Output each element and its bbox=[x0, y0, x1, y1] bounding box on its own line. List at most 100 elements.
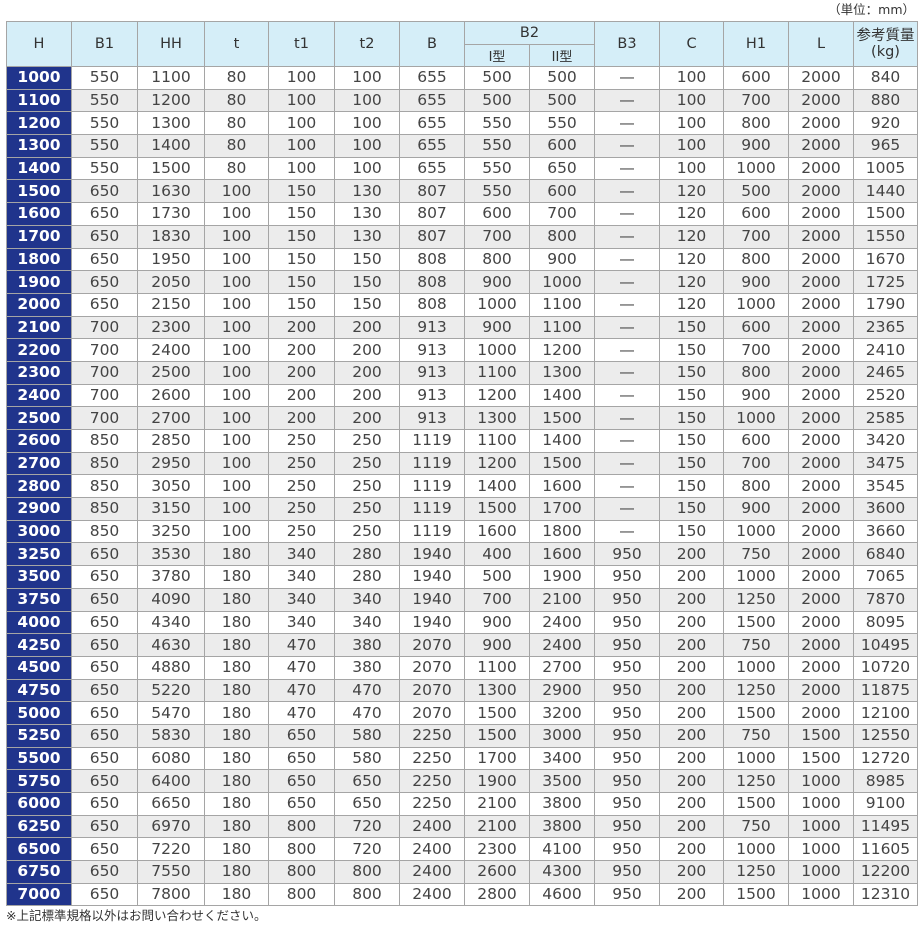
cell-b2-type2: 3000 bbox=[529, 723, 595, 748]
table-row: 3000 850 3250 100 250 250 1119 1600 1800—150 1000… bbox=[6, 519, 918, 544]
cell-h1: 750 bbox=[723, 814, 789, 839]
cell-b1: 850 bbox=[71, 497, 138, 521]
table-row: 4500 650 4880 180 470 380 2070 1100 2700 950 200 10… bbox=[6, 655, 918, 680]
cell-hh: 4340 bbox=[137, 610, 205, 635]
cell-b2-type1: 800 bbox=[464, 247, 530, 272]
cell-hh: 7220 bbox=[137, 837, 205, 862]
spec-table: H B1 HH t t1 t2 B B2 B3 C H1 L 参考質量 (kg)… bbox=[6, 21, 918, 907]
cell-hh: 2300 bbox=[137, 315, 205, 340]
table-row: 2400 700 2600 100 200 200 913 1200 1400—150 900 20… bbox=[6, 383, 918, 408]
cell-t: 100 bbox=[204, 202, 269, 226]
cell-c: 200 bbox=[659, 565, 724, 589]
table-row: 2300 700 2500 100 200 200 913 1100 1300—150 800 20… bbox=[6, 360, 918, 385]
cell-b1: 650 bbox=[71, 701, 138, 725]
cell-b3: 950 bbox=[594, 701, 660, 725]
cell-b1: 550 bbox=[71, 66, 138, 90]
cell-b3: — bbox=[594, 247, 660, 272]
cell-c: 150 bbox=[659, 360, 724, 385]
cell-b2-type1: 1100 bbox=[464, 655, 530, 680]
cell-b2-type2: 1400 bbox=[529, 429, 595, 453]
cell-b2-type1: 600 bbox=[464, 202, 530, 226]
cell-c: 150 bbox=[659, 315, 724, 340]
table-row: 2900 850 3150 100 250 250 1119 1500 1700—150 900 2… bbox=[6, 497, 918, 521]
cell-c: 200 bbox=[659, 814, 724, 839]
cell-h: 2500 bbox=[6, 406, 72, 430]
cell-weight: 965 bbox=[853, 134, 918, 158]
cell-b: 655 bbox=[399, 66, 465, 90]
table-header: H B1 HH t t1 t2 B B2 B3 C H1 L 参考質量 (kg)… bbox=[6, 21, 918, 67]
table-row: 2200 700 2400 100 200 200 913 1000 1200—150 700 20… bbox=[6, 338, 918, 362]
cell-weight: 8985 bbox=[853, 769, 918, 793]
cell-h: 4500 bbox=[6, 655, 72, 680]
cell-weight: 2465 bbox=[853, 360, 918, 385]
cell-t2: 150 bbox=[334, 292, 400, 317]
cell-c: 100 bbox=[659, 88, 724, 113]
cell-hh: 1730 bbox=[137, 202, 205, 226]
cell-hh: 7550 bbox=[137, 860, 205, 884]
cell-b1: 650 bbox=[71, 792, 138, 816]
cell-b3: — bbox=[594, 179, 660, 204]
cell-l: 2000 bbox=[788, 655, 854, 680]
cell-h1: 1250 bbox=[723, 769, 789, 793]
cell-b: 1940 bbox=[399, 542, 465, 567]
cell-b3: 950 bbox=[594, 678, 660, 703]
cell-b1: 850 bbox=[71, 519, 138, 544]
cell-h1: 1250 bbox=[723, 860, 789, 884]
cell-b3: 950 bbox=[594, 882, 660, 907]
cell-hh: 3780 bbox=[137, 565, 205, 589]
cell-t2: 720 bbox=[334, 837, 400, 862]
table-row: 1500 650 1630 100 150 130 807 550 600—120 500 2000… bbox=[6, 179, 918, 204]
cell-b3: 950 bbox=[594, 723, 660, 748]
cell-h1: 1000 bbox=[723, 406, 789, 430]
cell-l: 2000 bbox=[788, 111, 854, 136]
cell-c: 200 bbox=[659, 882, 724, 907]
cell-b1: 650 bbox=[71, 542, 138, 567]
cell-weight: 1790 bbox=[853, 292, 918, 317]
cell-h: 3750 bbox=[6, 587, 72, 612]
cell-b2-type2: 500 bbox=[529, 66, 595, 90]
table-row: 6500 650 7220 180 800 720 2400 2300 4100 950 200 10… bbox=[6, 837, 918, 862]
cell-c: 120 bbox=[659, 224, 724, 249]
cell-b: 808 bbox=[399, 247, 465, 272]
cell-h1: 900 bbox=[723, 134, 789, 158]
cell-t2: 380 bbox=[334, 655, 400, 680]
cell-b3: — bbox=[594, 315, 660, 340]
cell-h: 1300 bbox=[6, 134, 72, 158]
cell-b2-type1: 550 bbox=[464, 111, 530, 136]
cell-h1: 750 bbox=[723, 542, 789, 567]
cell-h: 5750 bbox=[6, 769, 72, 793]
cell-b2-type2: 1800 bbox=[529, 519, 595, 544]
cell-hh: 2850 bbox=[137, 429, 205, 453]
cell-t2: 100 bbox=[334, 134, 400, 158]
cell-h1: 900 bbox=[723, 497, 789, 521]
cell-c: 200 bbox=[659, 610, 724, 635]
table-row: 5250 650 5830 180 650 580 2250 1500 3000 950 200 75… bbox=[6, 723, 918, 748]
cell-b: 2250 bbox=[399, 792, 465, 816]
cell-t: 100 bbox=[204, 179, 269, 204]
cell-weight: 2520 bbox=[853, 383, 918, 408]
cell-b2-type2: 1300 bbox=[529, 360, 595, 385]
cell-b3: 950 bbox=[594, 587, 660, 612]
cell-h: 2600 bbox=[6, 429, 72, 453]
cell-t1: 250 bbox=[268, 429, 335, 453]
cell-b2-type1: 1500 bbox=[464, 701, 530, 725]
cell-b2-type2: 3400 bbox=[529, 746, 595, 771]
cell-t1: 650 bbox=[268, 723, 335, 748]
cell-t2: 130 bbox=[334, 202, 400, 226]
cell-b: 808 bbox=[399, 270, 465, 294]
cell-h: 1200 bbox=[6, 111, 72, 136]
cell-h: 2200 bbox=[6, 338, 72, 362]
cell-t2: 280 bbox=[334, 542, 400, 567]
cell-hh: 2600 bbox=[137, 383, 205, 408]
cell-t1: 340 bbox=[268, 565, 335, 589]
cell-l: 2000 bbox=[788, 66, 854, 90]
cell-c: 120 bbox=[659, 247, 724, 272]
cell-weight: 3420 bbox=[853, 429, 918, 453]
cell-t1: 150 bbox=[268, 270, 335, 294]
cell-b: 2250 bbox=[399, 723, 465, 748]
cell-c: 200 bbox=[659, 587, 724, 612]
cell-weight: 9100 bbox=[853, 792, 918, 816]
cell-b2-type2: 3200 bbox=[529, 701, 595, 725]
cell-b2-type1: 550 bbox=[464, 179, 530, 204]
cell-b2-type2: 550 bbox=[529, 111, 595, 136]
